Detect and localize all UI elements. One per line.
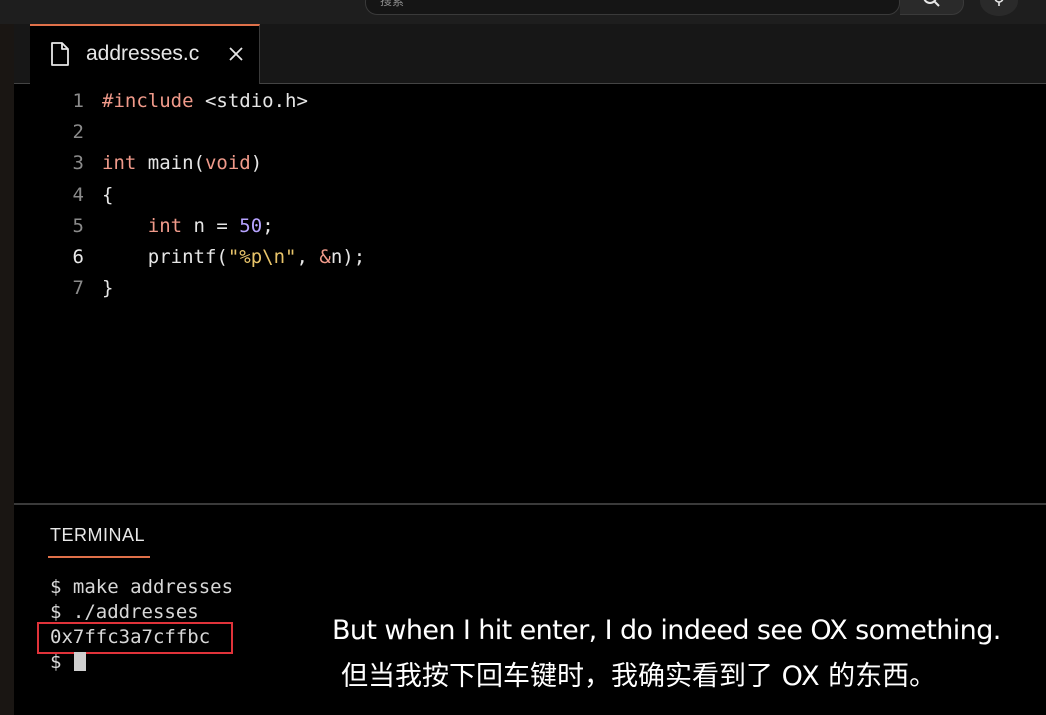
code-editor[interactable]: 1 #include <stdio.h> 2 3 int main(void) 4{5 i… bbox=[14, 84, 1046, 504]
code-line[interactable]: 1 #include <stdio.h> bbox=[14, 86, 1046, 117]
code-token: 50 bbox=[239, 214, 263, 237]
tab-terminal[interactable]: TERMINAL bbox=[50, 525, 145, 546]
line-number: 5 bbox=[72, 214, 84, 237]
code-token: "%p\n" bbox=[227, 246, 297, 268]
search-button[interactable] bbox=[900, 0, 964, 15]
close-icon[interactable] bbox=[228, 46, 244, 62]
code-token: void bbox=[204, 152, 251, 175]
terminal-line: $ ./addresses bbox=[50, 601, 199, 623]
terminal-tab-indicator bbox=[48, 556, 150, 558]
terminal-line: $ make addresses bbox=[50, 576, 234, 598]
code-line[interactable]: 2 bbox=[14, 117, 1046, 148]
search-input[interactable]: 搜索 bbox=[365, 0, 900, 15]
code-line[interactable]: 7} bbox=[14, 273, 1046, 304]
tab-addresses-c[interactable]: addresses.c bbox=[30, 24, 260, 84]
code-token: <stdio.h> bbox=[204, 90, 308, 112]
code-token: ; bbox=[262, 214, 274, 237]
code-token: printf( bbox=[102, 246, 228, 268]
code-token: } bbox=[102, 277, 114, 300]
line-number: 4 bbox=[72, 183, 84, 206]
mic-icon bbox=[994, 0, 1004, 6]
subtitle-english: But when I hit enter, I do indeed see OX… bbox=[323, 608, 1010, 654]
line-code: } bbox=[102, 273, 113, 304]
code-token: main( bbox=[136, 152, 205, 175]
line-code: int n = 50; bbox=[102, 211, 274, 242]
code-token: { bbox=[102, 183, 114, 206]
search-icon bbox=[923, 0, 940, 7]
highlight-box bbox=[37, 622, 233, 654]
code-line[interactable]: 3 int main(void) bbox=[14, 148, 1046, 179]
search-placeholder: 搜索 bbox=[380, 0, 405, 8]
code-token: ) bbox=[250, 152, 263, 175]
file-icon bbox=[51, 42, 69, 66]
subtitle-chinese: 但当我按下回车键时，我确实看到了 OX 的东西。 bbox=[331, 654, 947, 700]
code-token: int bbox=[147, 214, 183, 237]
code-token: int bbox=[102, 152, 137, 175]
code-token: n); bbox=[330, 246, 366, 268]
code-token: , bbox=[296, 246, 320, 268]
tab-filename: addresses.c bbox=[86, 42, 200, 65]
line-number: 6 bbox=[72, 246, 84, 268]
line-number: 3 bbox=[72, 152, 84, 175]
code-line[interactable]: 4{ bbox=[14, 180, 1046, 211]
top-bar: 搜索 bbox=[0, 0, 1046, 24]
left-edge bbox=[0, 24, 14, 715]
terminal-cursor bbox=[74, 652, 86, 671]
code-token: #include bbox=[102, 90, 205, 112]
code-token: & bbox=[319, 246, 331, 268]
code-line[interactable]: 6 printf("%p\n", &n); bbox=[14, 242, 1046, 273]
line-number: 1 bbox=[72, 90, 84, 112]
line-code: { bbox=[102, 180, 113, 211]
code-token: n = bbox=[182, 214, 240, 237]
line-code: printf("%p\n", &n); bbox=[102, 242, 365, 273]
line-code: #include <stdio.h> bbox=[102, 86, 308, 117]
code-line[interactable]: 5 int n = 50; bbox=[14, 211, 1046, 242]
line-number: 7 bbox=[72, 277, 84, 300]
line-code: int main(void) bbox=[102, 148, 262, 179]
line-number: 2 bbox=[72, 121, 84, 144]
editor-tab-bar: addresses.c bbox=[14, 24, 1046, 84]
mic-button[interactable] bbox=[980, 0, 1018, 16]
